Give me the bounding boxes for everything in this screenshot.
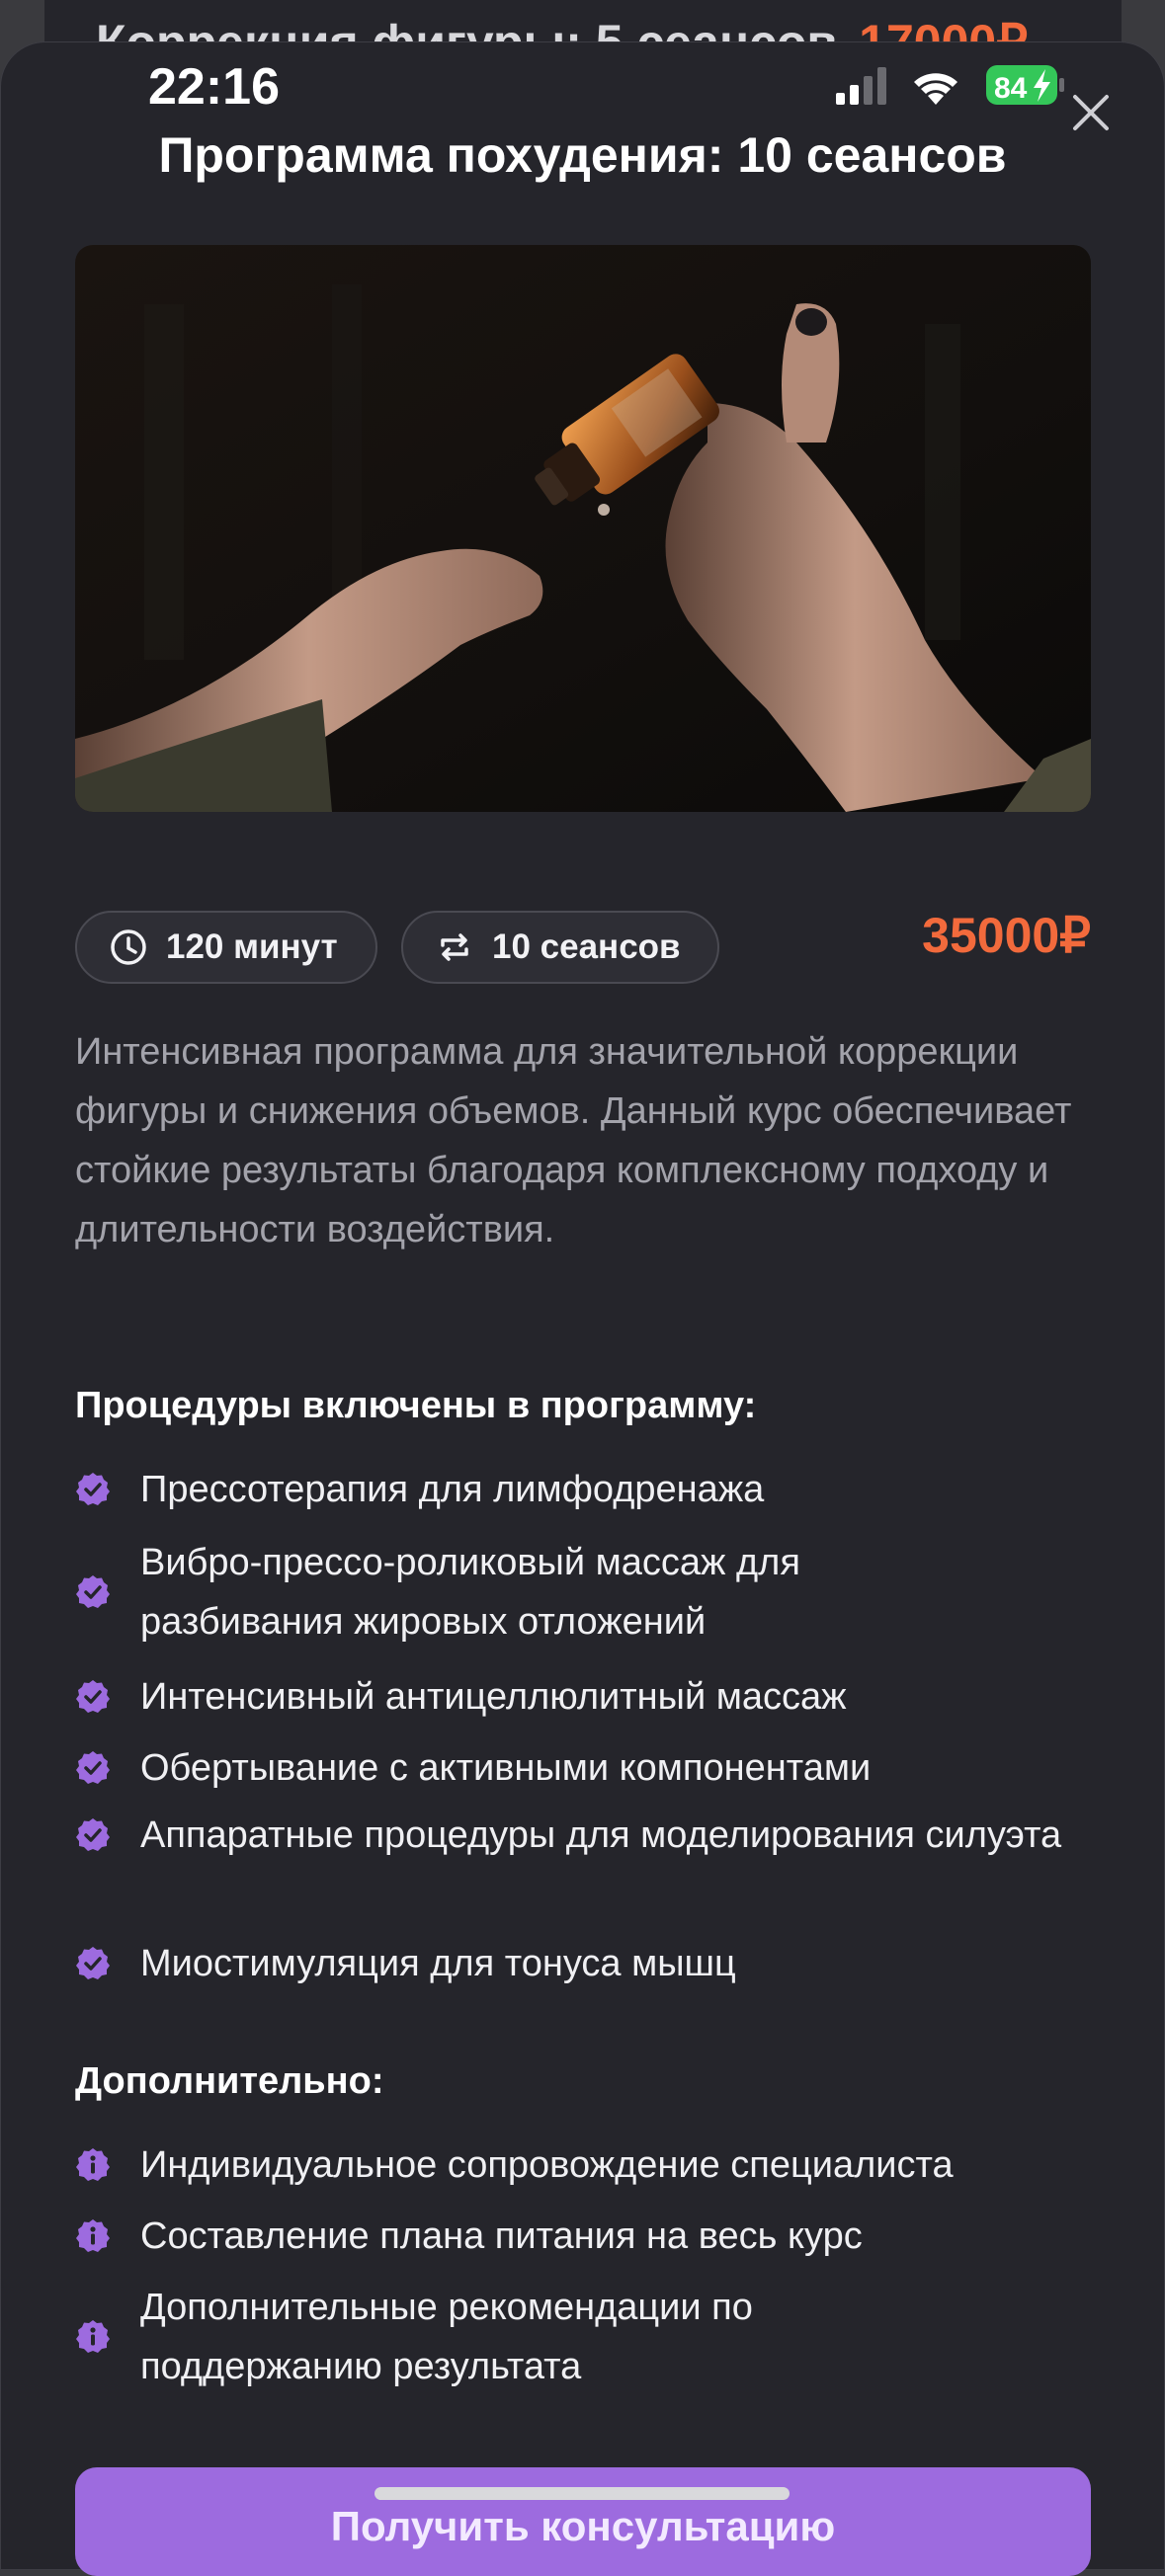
program-price: 35000₽ [922,908,1091,963]
procedure-text: Прессотерапия для лимфодренажа [140,1469,765,1510]
clock-icon [111,929,146,965]
cellular-signal-icon [836,67,886,105]
procedures-title: Процедуры включены в программу: [75,1385,757,1426]
extra-item: Индивидуальное сопровождение специалиста [75,2135,1093,2195]
check-badge-icon [76,1473,110,1505]
repeat-icon [441,933,468,961]
extra-text: Индивидуальное сопровождение специалиста [140,2144,954,2186]
procedure-item: Миостимуляция для тонуса мышц [75,1934,1093,1993]
procedure-text: Миостимуляция для тонуса мышц [140,1943,736,1984]
extra-text: Составление плана питания на весь курс [140,2215,863,2257]
duration-chip: 120 минут [75,911,377,984]
extra-item: Составление плана питания на весь курс [75,2207,1093,2266]
check-badge-icon [76,1575,110,1608]
info-badge-icon [76,2219,110,2252]
battery-icon: 84 [986,65,1064,105]
extra-item: Дополнительные рекомендации по поддержан… [75,2278,1093,2396]
program-description: Интенсивная программа для значительной к… [75,1031,1072,1250]
procedure-text: Интенсивный антицеллюлитный массаж [140,1676,847,1718]
battery-level: 84 [994,72,1028,105]
program-image [75,245,1091,812]
extra-text: Дополнительные рекомендации по поддержан… [140,2287,753,2387]
procedure-text: Вибро-прессо-роликовый массаж для разбив… [140,1542,800,1643]
sessions-chip: 10 сеансов [401,911,719,984]
procedure-text: Аппаратные процедуры для моделирования с… [140,1814,1062,1856]
wifi-icon [914,73,957,105]
modal-title: Программа похудения: 10 сеансов [158,127,1007,183]
check-badge-icon [76,1818,110,1851]
status-time: 22:16 [148,58,280,116]
status-icons: 84 [836,65,1064,105]
sessions-label: 10 сеансов [492,927,681,966]
info-badge-icon [76,2320,110,2353]
procedure-item: Аппаратные процедуры для моделирования с… [75,1806,1093,1865]
home-indicator[interactable] [374,2487,790,2500]
check-badge-icon [76,1751,110,1784]
procedure-text: Обертывание с активными компонентами [140,1747,872,1789]
procedure-item: Прессотерапия для лимфодренажа [75,1460,1093,1519]
check-badge-icon [76,1680,110,1713]
duration-label: 120 минут [166,927,338,966]
extras-title: Дополнительно: [75,2060,384,2102]
info-badge-icon [76,2148,110,2181]
procedure-item: Интенсивный антицеллюлитный массаж [75,1667,1093,1727]
procedure-item: Обертывание с активными компонентами [75,1738,1093,1798]
get-consultation-label: Получить консультацию [330,2503,836,2549]
check-badge-icon [76,1947,110,1979]
procedure-item: Вибро-прессо-роликовый массаж для разбив… [75,1533,1093,1651]
get-consultation-button[interactable]: Получить консультацию [75,2467,1091,2576]
